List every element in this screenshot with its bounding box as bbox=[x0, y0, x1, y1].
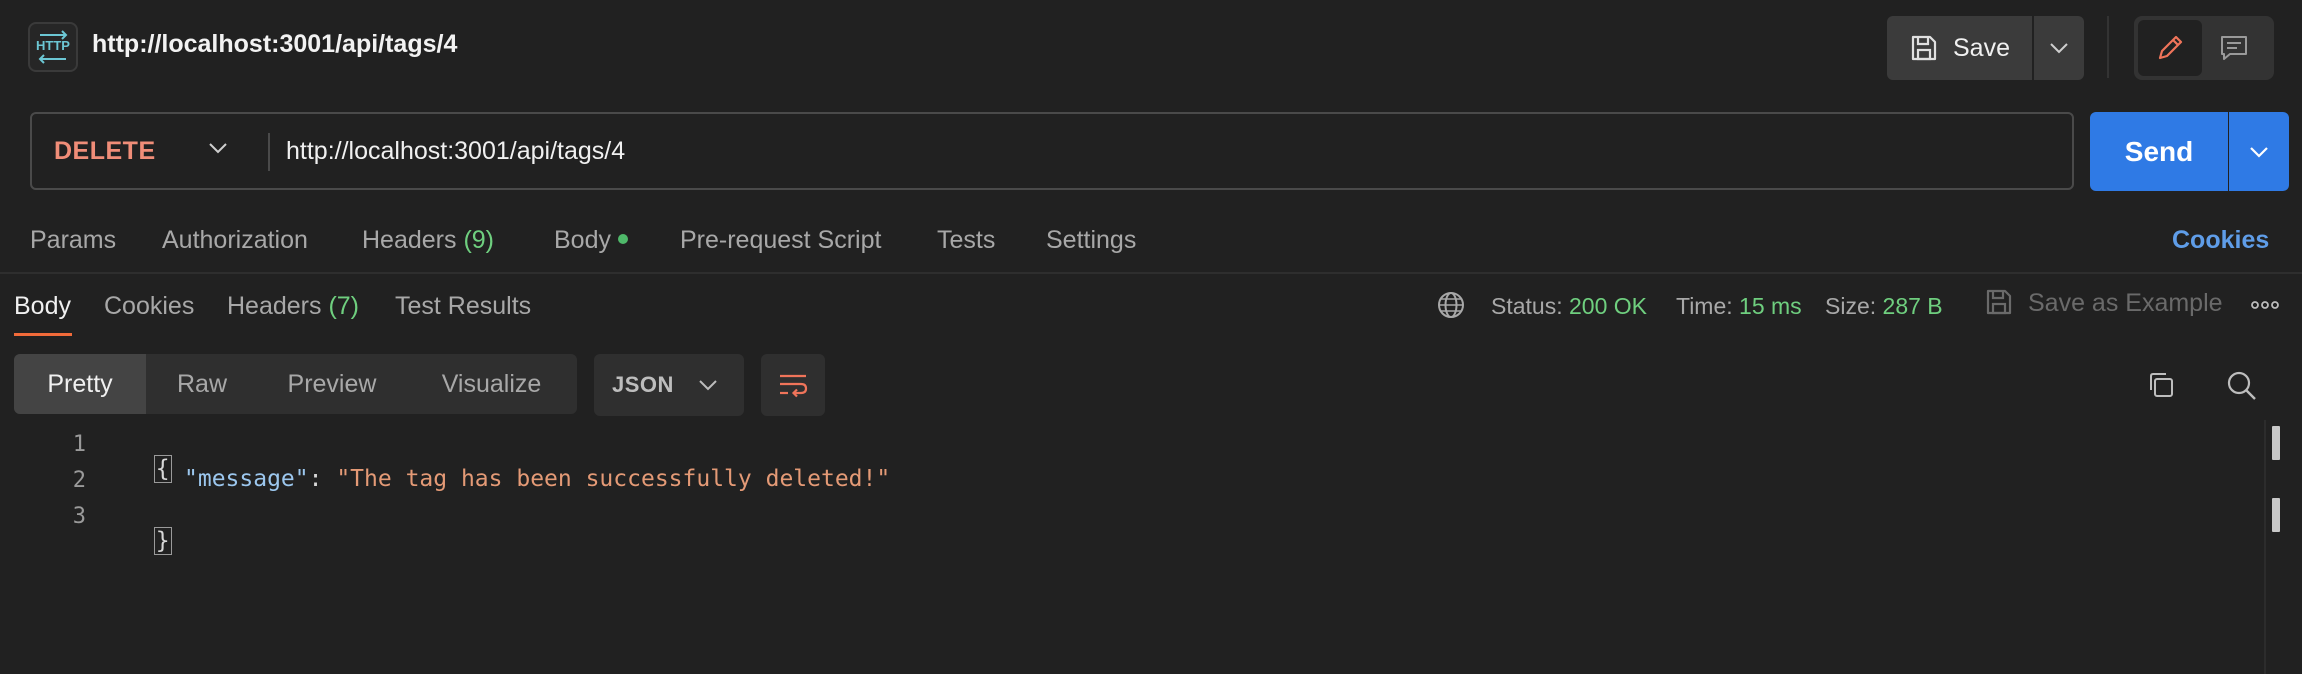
time-label: Time: bbox=[1676, 293, 1733, 319]
response-tab-body[interactable]: Body bbox=[14, 292, 71, 321]
editor-scroll-track bbox=[2264, 420, 2266, 674]
response-size: Size: 287 B bbox=[1825, 293, 1943, 320]
response-time: Time: 15 ms bbox=[1676, 293, 1802, 320]
save-as-example-button[interactable]: Save as Example bbox=[2028, 289, 2223, 318]
json-value: "The tag has been successfully deleted!" bbox=[336, 466, 891, 492]
view-visualize-button[interactable]: Visualize bbox=[406, 354, 577, 414]
tab-tests[interactable]: Tests bbox=[937, 226, 995, 255]
send-button[interactable]: Send bbox=[2090, 112, 2228, 191]
chevron-down-icon[interactable] bbox=[208, 142, 228, 154]
status-value: 200 OK bbox=[1569, 293, 1647, 319]
tab-settings[interactable]: Settings bbox=[1046, 226, 1136, 255]
tab-params[interactable]: Params bbox=[30, 226, 116, 255]
code-line: "message": "The tag has been successfull… bbox=[184, 466, 890, 492]
tab-headers-label: Headers bbox=[362, 226, 457, 254]
view-mode-selector: Pretty Raw Preview Visualize bbox=[14, 354, 577, 414]
close-brace: } bbox=[153, 527, 172, 555]
url-input[interactable] bbox=[286, 126, 2046, 176]
method-select[interactable]: DELETE bbox=[54, 137, 156, 166]
line-number: 3 bbox=[72, 504, 86, 529]
save-icon bbox=[1909, 33, 1939, 63]
comment-icon bbox=[2218, 32, 2250, 64]
size-value: 287 B bbox=[1882, 293, 1943, 319]
body-indicator-dot bbox=[617, 234, 628, 245]
wrap-lines-icon bbox=[777, 371, 809, 399]
code-line: { bbox=[126, 429, 172, 483]
json-key: "message" bbox=[184, 466, 309, 492]
format-select[interactable]: JSON bbox=[594, 354, 744, 416]
section-divider bbox=[0, 272, 2302, 274]
open-brace: { bbox=[153, 455, 172, 483]
chevron-down-icon bbox=[698, 379, 718, 391]
view-preview-button[interactable]: Preview bbox=[258, 354, 406, 414]
toolbar-divider bbox=[2107, 16, 2109, 78]
edit-mode-button[interactable] bbox=[2138, 20, 2202, 76]
chevron-down-icon bbox=[2049, 42, 2069, 54]
line-number: 1 bbox=[72, 432, 86, 457]
http-badge-text: HTTP bbox=[36, 38, 70, 53]
tab-headers[interactable]: Headers (9) bbox=[362, 226, 494, 255]
response-tab-cookies[interactable]: Cookies bbox=[104, 292, 194, 321]
tab-body-label: Body bbox=[554, 226, 611, 254]
json-colon: : bbox=[308, 466, 337, 492]
globe-icon[interactable] bbox=[1436, 290, 1466, 320]
format-select-value: JSON bbox=[612, 372, 674, 397]
response-status: Status: 200 OK bbox=[1491, 293, 1647, 320]
response-tab-test-results[interactable]: Test Results bbox=[395, 292, 531, 321]
tab-pre-request-script[interactable]: Pre-request Script bbox=[680, 226, 881, 255]
wrap-lines-button[interactable] bbox=[761, 354, 825, 416]
request-title[interactable]: http://localhost:3001/api/tags/4 bbox=[92, 30, 457, 59]
cookies-link[interactable]: Cookies bbox=[2172, 226, 2269, 255]
response-tab-headers[interactable]: Headers (7) bbox=[227, 292, 359, 321]
save-options-button[interactable] bbox=[2034, 16, 2084, 80]
save-button[interactable]: Save bbox=[1887, 16, 2032, 80]
headers-count: (9) bbox=[463, 226, 495, 254]
pencil-icon bbox=[2154, 32, 2186, 64]
response-headers-count: (7) bbox=[328, 292, 360, 320]
tab-authorization[interactable]: Authorization bbox=[162, 226, 308, 255]
code-line: } bbox=[126, 501, 172, 555]
tab-body[interactable]: Body bbox=[554, 226, 628, 255]
active-tab-indicator bbox=[14, 333, 72, 336]
time-value: 15 ms bbox=[1739, 293, 1802, 319]
comments-button[interactable] bbox=[2202, 20, 2266, 76]
scrollbar-thumb[interactable] bbox=[2272, 426, 2280, 460]
send-options-button[interactable] bbox=[2229, 112, 2289, 191]
response-headers-label: Headers bbox=[227, 292, 322, 320]
line-number: 2 bbox=[72, 468, 86, 493]
search-icon[interactable] bbox=[2226, 370, 2258, 402]
scrollbar-marker bbox=[2272, 498, 2280, 532]
chevron-down-icon bbox=[2249, 146, 2269, 158]
save-button-label: Save bbox=[1953, 33, 2010, 62]
http-request-icon: HTTP bbox=[28, 22, 78, 72]
save-example-icon bbox=[1984, 287, 2014, 317]
status-label: Status: bbox=[1491, 293, 1563, 319]
more-options-icon[interactable] bbox=[2250, 300, 2280, 310]
copy-icon[interactable] bbox=[2146, 370, 2176, 400]
url-divider bbox=[268, 133, 270, 171]
view-pretty-button[interactable]: Pretty bbox=[14, 354, 146, 414]
edit-mode-toggle bbox=[2134, 16, 2274, 80]
view-raw-button[interactable]: Raw bbox=[146, 354, 258, 414]
size-label: Size: bbox=[1825, 293, 1877, 319]
